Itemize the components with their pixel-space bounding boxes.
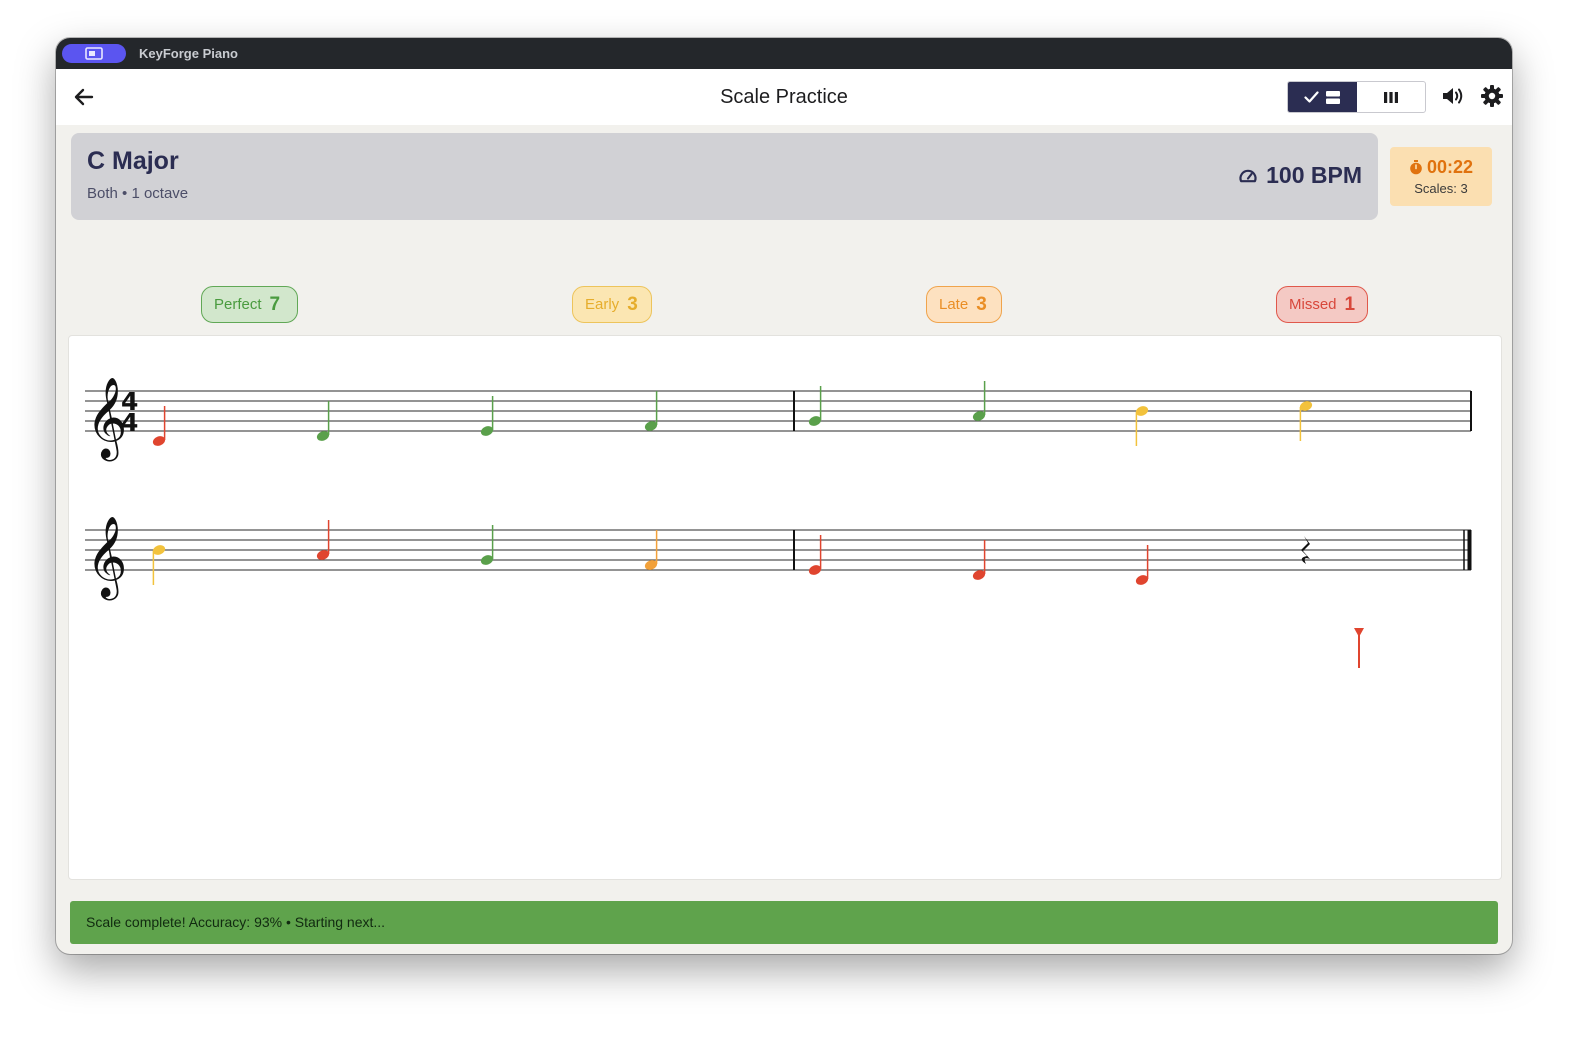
scale-name: C Major (87, 147, 179, 175)
app-switcher-pill[interactable] (62, 44, 126, 63)
speedometer-icon (1239, 169, 1257, 182)
early-label: Early (585, 296, 620, 313)
treble-clef-icon: 𝄞 (86, 515, 127, 600)
scales-count: Scales: 3 (1414, 181, 1468, 196)
sheet-music-score: 𝄞44𝄞 (85, 376, 1472, 668)
arrow-left-icon (74, 88, 94, 106)
stopwatch-icon (1410, 160, 1422, 175)
early-count-badge: Early 3 (572, 286, 652, 323)
view-staff-option[interactable] (1288, 82, 1357, 112)
status-message: Scale complete! Accuracy: 93% • Starting… (86, 914, 386, 930)
view-keyboard-option[interactable] (1357, 82, 1426, 112)
app-icon (85, 47, 103, 60)
missed-count: 1 (1344, 293, 1356, 315)
volume-button[interactable] (1439, 82, 1467, 110)
status-banner: Scale complete! Accuracy: 93% • Starting… (70, 901, 1498, 944)
missed-label: Missed (1289, 296, 1337, 313)
perfect-label: Perfect (214, 296, 262, 313)
check-icon (1304, 91, 1319, 103)
perfect-count-badge: Perfect 7 (201, 286, 298, 323)
top-header: Scale Practice (56, 69, 1512, 125)
app-title: KeyForge Piano (139, 46, 238, 61)
late-label: Late (939, 296, 969, 313)
view-mode-toggle[interactable] (1287, 81, 1426, 113)
scale-info-card: C Major Both • 1 octave 100 BPM (71, 133, 1378, 220)
bpm-value: 100 BPM (1266, 162, 1362, 188)
tempo-display: 100 BPM (1238, 162, 1362, 189)
late-count: 3 (976, 293, 987, 315)
speaker-icon (1443, 88, 1463, 104)
perfect-count: 7 (269, 293, 281, 315)
settings-button[interactable] (1478, 82, 1506, 110)
staff-layout-icon (1326, 90, 1341, 104)
sheet-music-panel: 𝄞 4 4 𝄞 (68, 335, 1502, 880)
timer-value: 00:22 (1426, 157, 1474, 177)
title-bar: KeyForge Piano (56, 38, 1512, 69)
scale-subtitle: Both • 1 octave (87, 185, 189, 202)
early-count: 3 (627, 293, 638, 315)
back-button[interactable] (70, 83, 98, 111)
missed-count-badge: Missed 1 (1276, 286, 1368, 323)
app-window: KeyForge Piano Scale Practice C Major Bo… (56, 38, 1512, 954)
late-count-badge: Late 3 (926, 286, 1002, 323)
piano-keys-icon (1383, 91, 1398, 103)
timer-card: 00:22 Scales: 3 (1390, 147, 1492, 206)
time-signature-bottom: 4 (121, 408, 138, 437)
gear-icon (1481, 85, 1503, 107)
